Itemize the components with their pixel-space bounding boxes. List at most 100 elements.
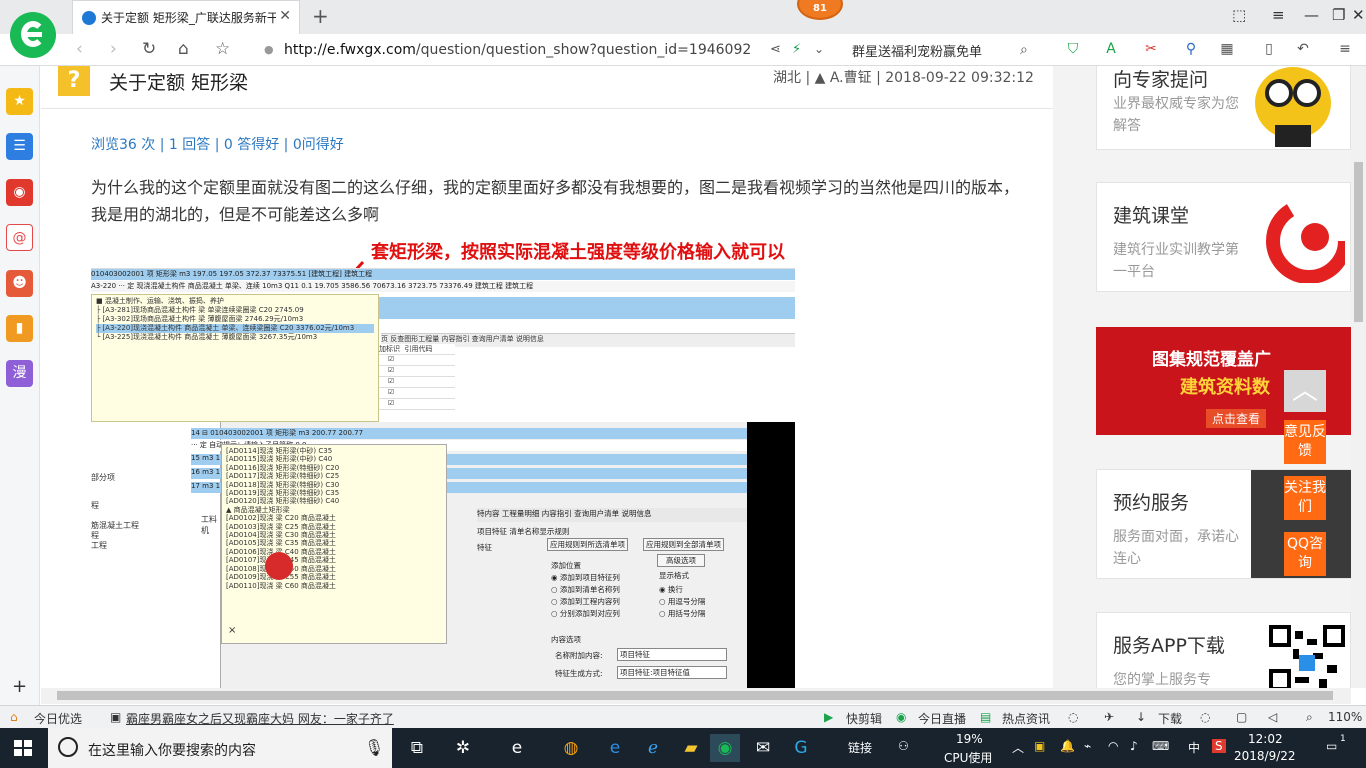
apps-icon[interactable]: ▦ xyxy=(1218,41,1236,59)
sidebar-add-button[interactable]: + xyxy=(12,676,27,697)
menu-icon[interactable]: ≡ xyxy=(1272,6,1285,24)
scissors-icon[interactable]: ✂ xyxy=(1142,41,1160,59)
minimize-icon[interactable]: — xyxy=(1304,6,1319,24)
share-icon[interactable]: ⋖ xyxy=(770,42,781,57)
scroll-thumb[interactable] xyxy=(57,691,1333,700)
chevron-down-icon[interactable]: ⌄ xyxy=(814,42,824,56)
speed-icon[interactable]: ◌ xyxy=(1068,710,1078,724)
news-icon: ▣ xyxy=(110,710,122,724)
sidebar-list-icon[interactable]: ☰ xyxy=(6,133,33,160)
power-icon[interactable]: ⌁ xyxy=(1084,739,1091,753)
news-link[interactable]: 霸座男霸座女之后又现霸座大妈 网友：一家子齐了 xyxy=(126,710,394,727)
browser-e-icon[interactable]: e xyxy=(502,734,532,762)
software-screenshot-b: 部分项 程 筋混凝土工程 程 工程 工料机 14 ⊟ 010403002001 … xyxy=(91,422,795,688)
skin-icon[interactable]: ⬚ xyxy=(1232,6,1246,24)
cpu-usage[interactable]: 19% xyxy=(956,732,983,746)
browser-logo-icon[interactable] xyxy=(10,12,56,58)
question-screenshot[interactable]: 套矩形梁，按照实际混凝土强度等级价格输入就可以 010403002001 项 矩… xyxy=(91,242,795,688)
qq-button[interactable]: QQ咨询 xyxy=(1284,532,1326,576)
window-icon[interactable]: ▢ xyxy=(1236,710,1247,724)
folder-icon[interactable]: ▰ xyxy=(676,734,706,762)
today-picks[interactable]: 今日优选 xyxy=(34,710,82,727)
volume-icon[interactable]: ♪ xyxy=(1130,739,1138,753)
ie-icon[interactable]: ℯ xyxy=(638,734,668,762)
shield-icon[interactable]: ⛉ xyxy=(1064,41,1082,59)
table-row: 010403002001 项 矩形梁 m3 197.05 197.05 372.… xyxy=(91,269,795,280)
sidebar-weibo-icon[interactable]: ◉ xyxy=(6,179,33,206)
ad-button[interactable]: 点击查看 xyxy=(1206,409,1267,428)
zoom-level[interactable]: 110% xyxy=(1328,710,1362,724)
app-icon[interactable]: ◍ xyxy=(556,734,586,762)
refresh-icon[interactable]: ↻ xyxy=(142,39,156,59)
task-view-icon[interactable]: ⧉ xyxy=(402,734,432,762)
address-bar[interactable]: ● http://e.fwxgx.com/question/question_s… xyxy=(258,38,768,62)
browser-tab[interactable]: 关于定额 矩形梁_广联达服务新干线 ✕ xyxy=(72,0,300,34)
clock-date[interactable]: 2018/9/22 xyxy=(1234,749,1296,763)
expert-card[interactable]: 向专家提问 业界最权威专家为您解答 xyxy=(1096,66,1351,150)
status-item[interactable]: 下载 xyxy=(1158,710,1182,727)
new-tab-button[interactable]: + xyxy=(312,4,329,28)
sidebar-game-icon[interactable]: ☻ xyxy=(6,270,33,297)
close-window-icon[interactable]: ✕ xyxy=(1352,6,1365,24)
sidebar-book-icon[interactable]: ▮ xyxy=(6,315,33,342)
clock-time[interactable]: 12:02 xyxy=(1248,732,1283,746)
mute-icon[interactable]: ◁ xyxy=(1268,710,1277,724)
home-icon[interactable]: ⌂ xyxy=(178,39,189,59)
sidebar-star-icon[interactable]: ★ xyxy=(6,88,33,115)
phone-icon[interactable]: ▯ xyxy=(1260,41,1278,59)
ime-indicator[interactable]: 中 xyxy=(1188,739,1200,756)
app-g-icon[interactable]: G xyxy=(786,734,816,762)
chevron-up-icon[interactable]: ︿ xyxy=(1012,739,1024,756)
class-card[interactable]: 建筑课堂 建筑行业实训教学第一平台 xyxy=(1096,182,1351,292)
search-icon[interactable]: ⌕ xyxy=(1020,42,1028,58)
lightning-icon[interactable]: ⚡ xyxy=(792,42,801,57)
edge-icon[interactable]: e xyxy=(600,734,630,762)
back-icon[interactable]: ‹ xyxy=(76,39,83,59)
forward-icon[interactable]: › xyxy=(110,39,117,59)
question-meta[interactable]: 湖北 | ▲ A.曹钲 | 2018-09-22 09:32:12 xyxy=(773,67,1039,87)
people-icon[interactable]: ⚇ xyxy=(898,739,909,753)
notification-badge[interactable]: 81 xyxy=(797,0,843,20)
back-to-top-button[interactable]: ︿ xyxy=(1284,370,1326,412)
follow-button[interactable]: 关注我们 xyxy=(1284,476,1326,520)
sogou-icon[interactable]: S xyxy=(1212,739,1226,753)
list-item: ▲ 商品混凝土矩形梁 xyxy=(226,505,290,514)
zoom-icon[interactable]: ⌕ xyxy=(1306,710,1313,725)
bell-icon[interactable]: 🔔 xyxy=(1060,739,1075,753)
mail-icon[interactable]: ✉ xyxy=(748,734,778,762)
maximize-icon[interactable]: ❐ xyxy=(1332,6,1345,24)
menu-icon[interactable]: ≡ xyxy=(1336,41,1354,59)
scroll-thumb[interactable] xyxy=(1354,162,1363,322)
tray-app-icon[interactable]: ▣ xyxy=(1034,739,1045,753)
notification-icon[interactable]: ▭ xyxy=(1326,739,1337,753)
status-item[interactable]: 快剪辑 xyxy=(846,710,882,727)
translate-icon[interactable]: A xyxy=(1102,41,1120,59)
fan-app-icon[interactable]: ✲ xyxy=(448,734,478,762)
app-card[interactable]: 服务APP下载 您的掌上服务专 xyxy=(1096,612,1351,688)
search-suggestion[interactable]: 群星送福利宠粉赢免单 xyxy=(852,41,982,60)
windows-start-icon[interactable] xyxy=(14,740,32,756)
pin-icon[interactable]: ✈ xyxy=(1104,710,1114,724)
list-item: [AD0117]现浇 矩形梁(特细砂) C25 xyxy=(226,472,340,481)
ie-icon[interactable]: ◌ xyxy=(1200,710,1210,724)
feedback-button[interactable]: 意见反馈 xyxy=(1284,420,1326,464)
sidebar-mail-icon[interactable]: @ xyxy=(6,224,33,251)
horizontal-scrollbar[interactable] xyxy=(41,688,1351,704)
microphone-icon[interactable]: 🎙 xyxy=(364,738,384,757)
panel-header: 项目特征 清单名称显示规则 xyxy=(477,527,570,536)
keyboard-icon[interactable]: ⌨ xyxy=(1152,739,1169,753)
active-browser-icon[interactable]: ◉ xyxy=(710,734,740,762)
status-item[interactable]: 热点资讯 xyxy=(1002,710,1050,727)
sidebar-comic-icon[interactable]: 漫 xyxy=(6,360,33,387)
taskbar-search[interactable]: 在这里输入你要搜索的内容 🎙 xyxy=(48,728,392,768)
list-item: [AD0115]现浇 矩形梁(中砂) C40 xyxy=(226,455,333,464)
magnifier-icon[interactable]: ⚲ xyxy=(1182,41,1200,59)
favorite-star-icon[interactable]: ☆ xyxy=(215,39,230,59)
close-tab-icon[interactable]: ✕ xyxy=(279,8,291,24)
undo-icon[interactable]: ↶ xyxy=(1294,41,1312,59)
settings-panel: 特内容 工程量明细 内容指引 查询用户清单 说明信息 项目特征 清单名称显示规则… xyxy=(477,508,747,688)
vertical-scrollbar[interactable] xyxy=(1351,66,1366,688)
status-item[interactable]: 今日直播 xyxy=(918,710,966,727)
link-label[interactable]: 链接 xyxy=(848,739,872,756)
wifi-icon[interactable]: ◠ xyxy=(1108,739,1118,753)
